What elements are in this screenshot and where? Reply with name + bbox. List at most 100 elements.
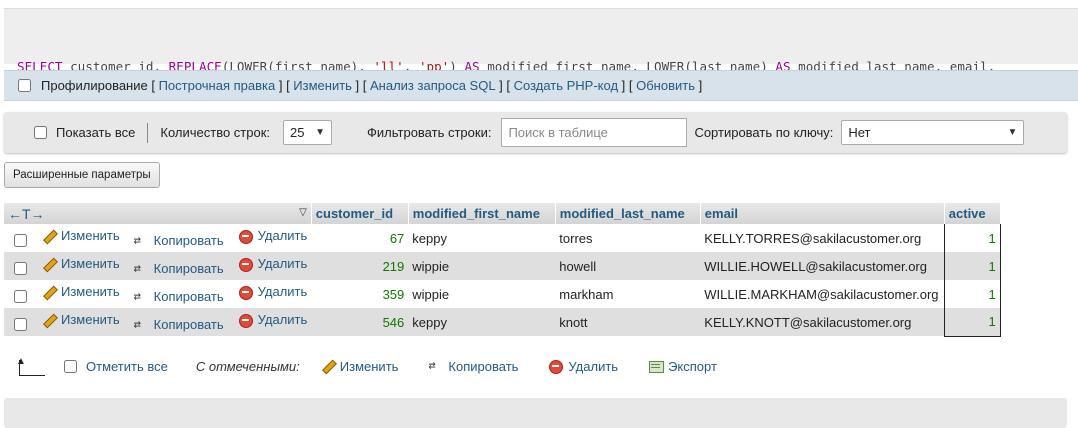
navigation-bar: Показать все Количество строк: 25 ▼ Филь…	[4, 112, 1067, 153]
row-copy-button[interactable]: ⇄ Копировать	[134, 289, 224, 305]
advanced-options-button[interactable]: Расширенные параметры	[4, 162, 160, 188]
cell-customer-id[interactable]: 67	[311, 224, 409, 252]
check-all-checkbox[interactable]	[64, 359, 77, 373]
table-row: Изменить ⇄ Копировать Удалить 67 keppy torres K…	[4, 224, 1001, 252]
filter-rows-input[interactable]: Поиск в таблице	[501, 118, 688, 147]
delete-icon	[238, 228, 254, 244]
delete-icon	[548, 358, 564, 374]
cell-customer-id[interactable]: 546	[311, 308, 409, 336]
pencil-icon	[41, 228, 57, 244]
cell-email[interactable]: KELLY.KNOTT@sakilacustomer.org	[700, 308, 945, 336]
cell-active[interactable]: 1	[943, 280, 1001, 308]
delete-icon	[238, 284, 254, 300]
cell-email[interactable]: KELLY.TORRES@sakilacustomer.org	[700, 224, 945, 252]
bulk-copy-button[interactable]: ⇄ Копировать	[428, 358, 518, 374]
column-header-modified-last-name[interactable]: modified_last_name	[555, 203, 701, 224]
sort-down-icon[interactable]: ▽	[299, 207, 307, 218]
row-copy-button[interactable]: ⇄ Копировать	[134, 233, 224, 249]
edit-query-link[interactable]: Изменить	[293, 78, 352, 93]
check-all-link[interactable]: Отметить все	[86, 359, 168, 374]
divider	[147, 122, 149, 143]
cell-email[interactable]: WILLIE.HOWELL@sakilacustomer.org	[700, 252, 945, 280]
chevron-down-icon: ▼	[315, 127, 326, 138]
row-checkbox[interactable]	[14, 317, 27, 331]
column-arrows-icon[interactable]: ←T→	[8, 206, 45, 222]
cell-customer-id[interactable]: 219	[311, 252, 409, 280]
cell-active[interactable]: 1	[943, 308, 1001, 337]
row-edit-button[interactable]: Изменить	[41, 228, 120, 244]
sort-by-key-label: Сортировать по ключу:	[694, 125, 834, 140]
rows-count-select[interactable]: 25 ▼	[283, 120, 333, 145]
copy-icon: ⇄	[133, 260, 141, 275]
row-delete-button[interactable]: Удалить	[238, 228, 307, 244]
sql-query-box: SELECT customer_id, REPLACE(LOWER(first_…	[4, 8, 1078, 134]
delete-icon	[238, 312, 254, 328]
cell-modified-first-name[interactable]: keppy	[408, 224, 556, 252]
row-actions: Изменить ⇄ Копировать Удалить	[4, 308, 312, 336]
pencil-icon	[41, 284, 57, 300]
row-delete-button[interactable]: Удалить	[238, 312, 307, 328]
cell-active[interactable]: 1	[943, 252, 1001, 280]
row-copy-button[interactable]: ⇄ Копировать	[134, 317, 224, 333]
pencil-icon	[41, 312, 57, 328]
table-row: Изменить ⇄ Копировать Удалить 219 wippie howel…	[4, 252, 1001, 280]
sort-by-key-select[interactable]: Нет ▼	[841, 120, 1025, 145]
export-button[interactable]: Экспорт	[648, 358, 717, 374]
copy-icon: ⇄	[133, 316, 141, 331]
bulk-actions-bar: ▲ Отметить все С отмеченными: Изменить ⇄…	[4, 352, 731, 380]
profiling-checkbox[interactable]	[18, 79, 31, 92]
profiling-bar: Профилирование [ Построчная правка ] [ И…	[4, 70, 1078, 101]
pencil-icon	[320, 358, 336, 374]
copy-icon: ⇄	[428, 358, 436, 372]
results-table: ←T→ ▽ customer_id modified_first_name mo…	[4, 203, 1001, 337]
row-delete-button[interactable]: Удалить	[238, 284, 307, 300]
cell-modified-first-name[interactable]: wippie	[408, 252, 556, 280]
row-edit-button[interactable]: Изменить	[41, 284, 120, 300]
copy-icon: ⇄	[133, 288, 141, 303]
explain-sql-link[interactable]: Анализ запроса SQL	[370, 78, 496, 93]
create-php-code-link[interactable]: Создать PHP-код	[514, 78, 618, 93]
cell-modified-last-name[interactable]: markham	[555, 280, 701, 308]
show-all-checkbox[interactable]	[34, 126, 47, 139]
actions-header: ←T→ ▽	[4, 203, 312, 224]
cell-modified-last-name[interactable]: knott	[555, 308, 701, 336]
refresh-link[interactable]: Обновить	[636, 78, 695, 93]
filter-rows-label: Фильтровать строки:	[367, 125, 492, 140]
column-header-modified-first-name[interactable]: modified_first_name	[408, 203, 556, 224]
cell-customer-id[interactable]: 359	[311, 280, 409, 308]
cell-email[interactable]: WILLIE.MARKHAM@sakilacustomer.org	[700, 280, 945, 308]
arrow-up-icon: ▲	[16, 356, 46, 376]
copy-icon: ⇄	[133, 232, 141, 247]
table-row: Изменить ⇄ Копировать Удалить 546 keppy knott K…	[4, 308, 1001, 337]
pencil-icon	[41, 256, 57, 272]
row-actions: Изменить ⇄ Копировать Удалить	[4, 224, 312, 252]
with-selected-label: С отмеченными:	[195, 358, 300, 374]
bulk-edit-button[interactable]: Изменить	[320, 358, 399, 374]
row-checkbox[interactable]	[14, 261, 27, 275]
inline-edit-link[interactable]: Построчная правка	[159, 78, 276, 93]
row-actions: Изменить ⇄ Копировать Удалить	[4, 280, 312, 308]
chevron-down-icon: ▼	[1007, 127, 1018, 138]
rows-count-label: Количество строк:	[160, 125, 271, 140]
column-header-customer-id[interactable]: customer_id	[311, 203, 409, 224]
navigation-bar-bottom	[4, 398, 1067, 428]
profiling-label: Профилирование	[41, 78, 148, 93]
bulk-delete-button[interactable]: Удалить	[548, 358, 618, 374]
cell-modified-last-name[interactable]: torres	[555, 224, 701, 252]
delete-icon	[238, 256, 254, 272]
show-all-label: Показать все	[56, 125, 136, 140]
row-edit-button[interactable]: Изменить	[41, 256, 120, 272]
column-header-active[interactable]: active	[944, 203, 1001, 224]
cell-active[interactable]: 1	[943, 224, 1001, 252]
row-checkbox[interactable]	[14, 289, 27, 303]
table-row: Изменить ⇄ Копировать Удалить 359 wippie markh…	[4, 280, 1001, 308]
export-icon	[648, 358, 665, 374]
cell-modified-first-name[interactable]: wippie	[408, 280, 556, 308]
row-copy-button[interactable]: ⇄ Копировать	[134, 261, 224, 277]
cell-modified-last-name[interactable]: howell	[555, 252, 701, 280]
row-edit-button[interactable]: Изменить	[41, 312, 120, 328]
column-header-email[interactable]: email	[700, 203, 945, 224]
row-checkbox[interactable]	[14, 233, 27, 247]
cell-modified-first-name[interactable]: keppy	[408, 308, 556, 336]
row-delete-button[interactable]: Удалить	[238, 256, 307, 272]
